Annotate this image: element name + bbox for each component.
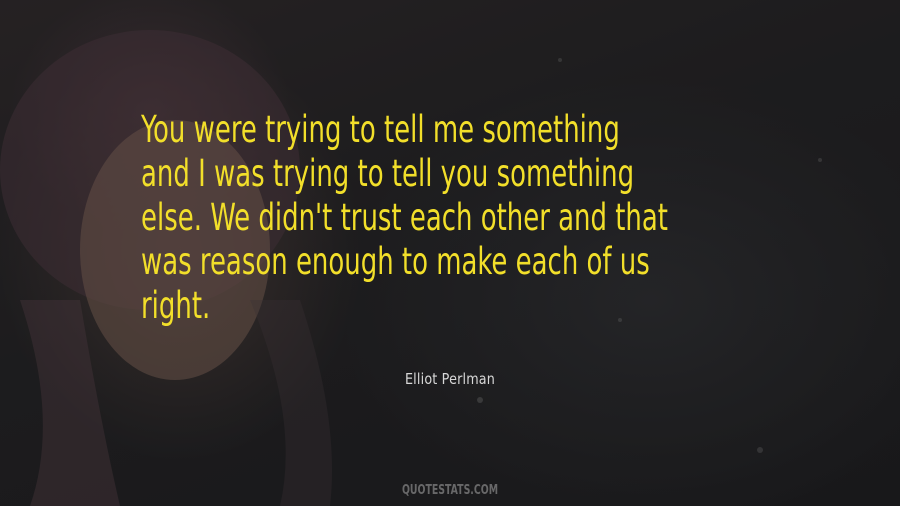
site-watermark: QUOTESTATS.COM [401, 483, 499, 498]
quote-card: You were trying to tell me something and… [0, 0, 900, 506]
quote-author: Elliot Perlman [404, 370, 496, 388]
quote-text: You were trying to tell me something and… [141, 108, 668, 327]
